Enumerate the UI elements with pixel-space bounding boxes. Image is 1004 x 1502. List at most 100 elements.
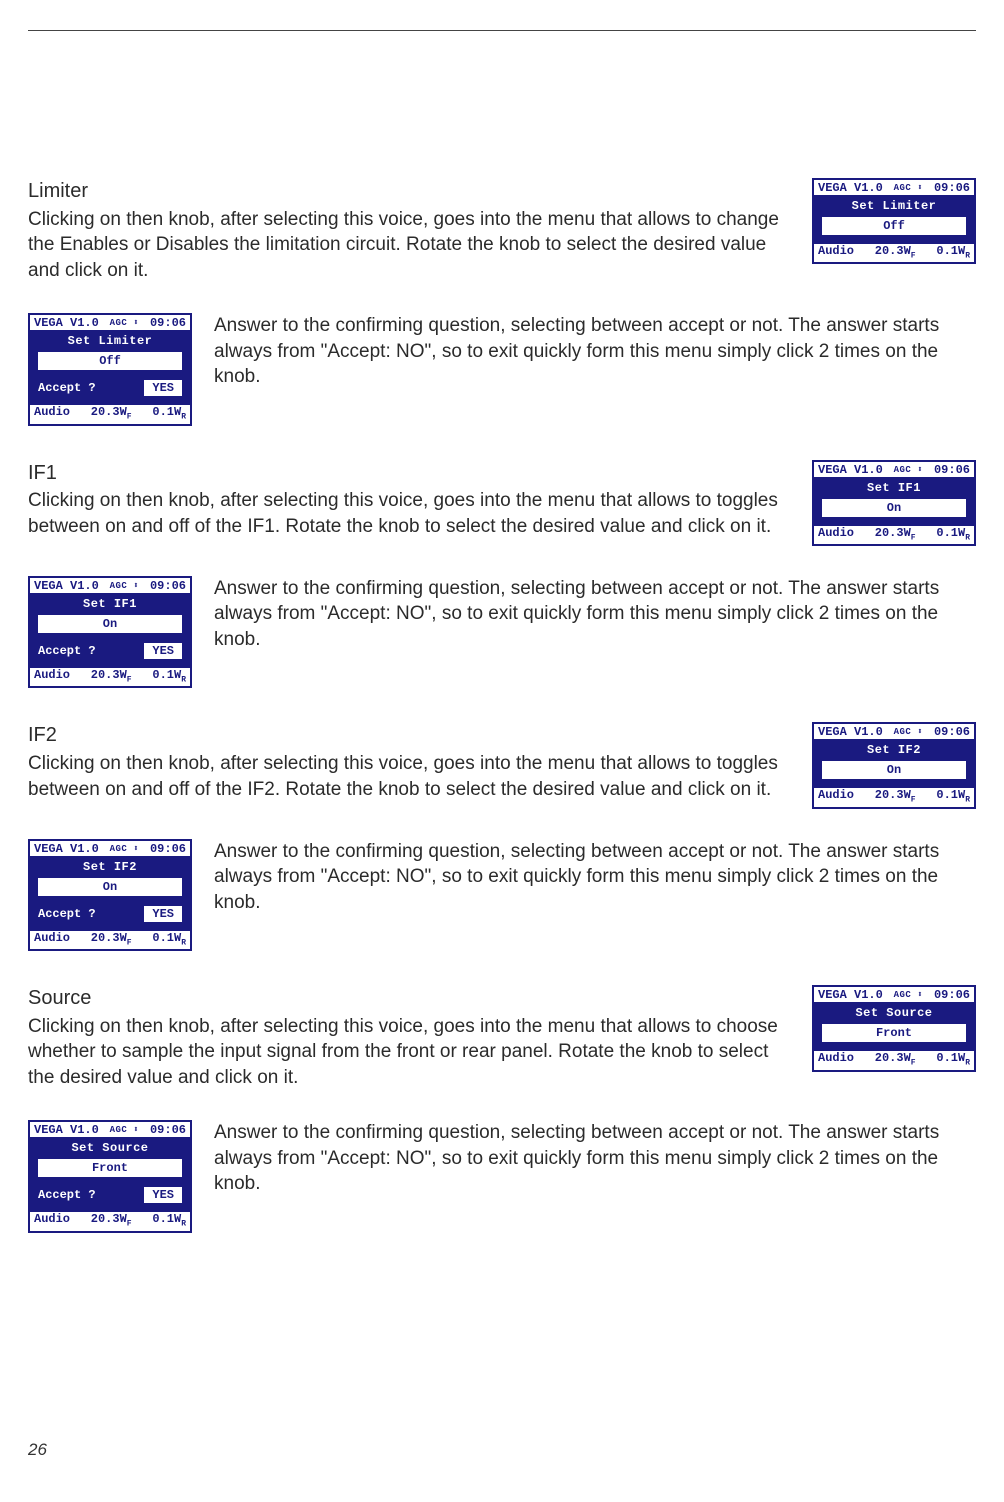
- lcd-menu-value: Off: [36, 350, 184, 372]
- lcd-menu-title: Set Source: [818, 1005, 970, 1022]
- lcd-ref-power: 0.1WR: [152, 669, 186, 684]
- lcd-time: 09:06: [150, 843, 186, 855]
- section-heading: IF2: [28, 722, 794, 749]
- lcd-confirm-row: Accept ? YES: [36, 1185, 184, 1205]
- section-limiter: Limiter Clicking on then knob, after sel…: [28, 178, 976, 426]
- lcd-menu-value: On: [36, 613, 184, 635]
- section-source: Source Clicking on then knob, after sele…: [28, 985, 976, 1233]
- lcd-confirm-row: Accept ? YES: [36, 904, 184, 924]
- lcd-time: 09:06: [934, 989, 970, 1001]
- lcd-header: VEGA V1.0 AGC ⬍ 09:06: [814, 180, 974, 195]
- lcd-version: VEGA V1.0: [34, 1124, 99, 1136]
- section-body: Clicking on then knob, after selecting t…: [28, 488, 794, 539]
- section-text: Source Clicking on then knob, after sele…: [28, 985, 794, 1090]
- section-body: Clicking on then knob, after selecting t…: [28, 207, 794, 283]
- confirm-text: Answer to the confirming question, selec…: [214, 313, 976, 389]
- lcd-fwd-power: 20.3WF: [875, 245, 916, 260]
- lcd-version: VEGA V1.0: [34, 843, 99, 855]
- lcd-screen-source: VEGA V1.0 AGC ⬍ 09:06 Set Source Front A…: [812, 985, 976, 1071]
- lcd-agc-icon: AGC ⬍: [883, 726, 934, 738]
- lcd-version: VEGA V1.0: [818, 464, 883, 476]
- lcd-fwd-power: 20.3WF: [91, 1213, 132, 1228]
- lcd-fwd-power: 20.3WF: [875, 789, 916, 804]
- lcd-menu-title: Set Limiter: [34, 333, 186, 350]
- lcd-agc-icon: AGC ⬍: [99, 580, 150, 592]
- lcd-menu-value: On: [820, 497, 968, 519]
- lcd-menu-value: Off: [820, 215, 968, 237]
- lcd-footer: Audio 20.3WF 0.1WR: [30, 931, 190, 949]
- lcd-header: VEGA V1.0 AGC ⬍ 09:06: [30, 578, 190, 593]
- lcd-ref-power: 0.1WR: [936, 245, 970, 260]
- lcd-menu-title: Set IF2: [34, 859, 186, 876]
- lcd-audio-label: Audio: [34, 932, 70, 947]
- lcd-header: VEGA V1.0 AGC ⬍ 09:06: [814, 987, 974, 1002]
- lcd-ref-power: 0.1WR: [936, 527, 970, 542]
- lcd-ref-power: 0.1WR: [152, 406, 186, 421]
- lcd-time: 09:06: [934, 182, 970, 194]
- lcd-audio-label: Audio: [818, 245, 854, 260]
- lcd-yes-button[interactable]: YES: [142, 1185, 184, 1205]
- lcd-confirm-row: Accept ? YES: [36, 641, 184, 661]
- lcd-accept-label: Accept ?: [36, 1187, 98, 1203]
- lcd-confirm-screen-source: VEGA V1.0 AGC ⬍ 09:06 Set Source Front A…: [28, 1120, 192, 1232]
- lcd-footer: Audio 20.3WF 0.1WR: [814, 788, 974, 806]
- lcd-fwd-power: 20.3WF: [91, 406, 132, 421]
- section-heading: Limiter: [28, 178, 794, 205]
- lcd-time: 09:06: [150, 1124, 186, 1136]
- lcd-version: VEGA V1.0: [818, 989, 883, 1001]
- section-if2: IF2 Clicking on then knob, after selecti…: [28, 722, 976, 951]
- lcd-accept-label: Accept ?: [36, 643, 98, 659]
- lcd-body: Set Source Front: [814, 1002, 974, 1051]
- lcd-audio-label: Audio: [818, 527, 854, 542]
- lcd-body: Set Source Front Accept ? YES: [30, 1137, 190, 1212]
- lcd-menu-value: Front: [36, 1157, 184, 1179]
- lcd-body: Set IF2 On Accept ? YES: [30, 856, 190, 931]
- lcd-agc-icon: AGC ⬍: [883, 989, 934, 1001]
- lcd-audio-label: Audio: [818, 1052, 854, 1067]
- lcd-menu-title: Set Limiter: [818, 198, 970, 215]
- lcd-footer: Audio 20.3WF 0.1WR: [30, 405, 190, 423]
- lcd-header: VEGA V1.0 AGC ⬍ 09:06: [30, 841, 190, 856]
- lcd-yes-button[interactable]: YES: [142, 641, 184, 661]
- lcd-confirm-row: Accept ? YES: [36, 378, 184, 398]
- lcd-ref-power: 0.1WR: [152, 1213, 186, 1228]
- lcd-time: 09:06: [934, 464, 970, 476]
- lcd-agc-icon: AGC ⬍: [99, 317, 150, 329]
- lcd-footer: Audio 20.3WF 0.1WR: [30, 668, 190, 686]
- lcd-version: VEGA V1.0: [34, 580, 99, 592]
- lcd-screen-limiter: VEGA V1.0 AGC ⬍ 09:06 Set Limiter Off Au…: [812, 178, 976, 264]
- lcd-body: Set IF2 On: [814, 739, 974, 788]
- lcd-screen-if2: VEGA V1.0 AGC ⬍ 09:06 Set IF2 On Audio 2…: [812, 722, 976, 808]
- lcd-time: 09:06: [150, 317, 186, 329]
- lcd-yes-button[interactable]: YES: [142, 904, 184, 924]
- lcd-confirm-screen-limiter: VEGA V1.0 AGC ⬍ 09:06 Set Limiter Off Ac…: [28, 313, 192, 425]
- lcd-menu-value: Front: [820, 1022, 968, 1044]
- lcd-audio-label: Audio: [818, 789, 854, 804]
- lcd-menu-title: Set IF1: [818, 480, 970, 497]
- lcd-yes-button[interactable]: YES: [142, 378, 184, 398]
- section-body: Clicking on then knob, after selecting t…: [28, 1014, 794, 1090]
- lcd-ref-power: 0.1WR: [936, 1052, 970, 1067]
- lcd-body: Set Limiter Off Accept ? YES: [30, 330, 190, 405]
- lcd-agc-icon: AGC ⬍: [883, 464, 934, 476]
- confirm-text: Answer to the confirming question, selec…: [214, 576, 976, 652]
- lcd-version: VEGA V1.0: [818, 726, 883, 738]
- section-heading: IF1: [28, 460, 794, 487]
- lcd-footer: Audio 20.3WF 0.1WR: [814, 526, 974, 544]
- lcd-fwd-power: 20.3WF: [875, 1052, 916, 1067]
- lcd-fwd-power: 20.3WF: [91, 932, 132, 947]
- section-if1: IF1 Clicking on then knob, after selecti…: [28, 460, 976, 689]
- lcd-menu-title: Set Source: [34, 1140, 186, 1157]
- lcd-body: Set IF1 On Accept ? YES: [30, 593, 190, 668]
- lcd-body: Set IF1 On: [814, 477, 974, 526]
- lcd-menu-title: Set IF2: [818, 742, 970, 759]
- lcd-agc-icon: AGC ⬍: [99, 1124, 150, 1136]
- lcd-audio-label: Audio: [34, 406, 70, 421]
- lcd-screen-if1: VEGA V1.0 AGC ⬍ 09:06 Set IF1 On Audio 2…: [812, 460, 976, 546]
- lcd-fwd-power: 20.3WF: [875, 527, 916, 542]
- lcd-fwd-power: 20.3WF: [91, 669, 132, 684]
- lcd-header: VEGA V1.0 AGC ⬍ 09:06: [814, 724, 974, 739]
- lcd-time: 09:06: [934, 726, 970, 738]
- lcd-footer: Audio 20.3WF 0.1WR: [814, 244, 974, 262]
- lcd-confirm-screen-if1: VEGA V1.0 AGC ⬍ 09:06 Set IF1 On Accept …: [28, 576, 192, 688]
